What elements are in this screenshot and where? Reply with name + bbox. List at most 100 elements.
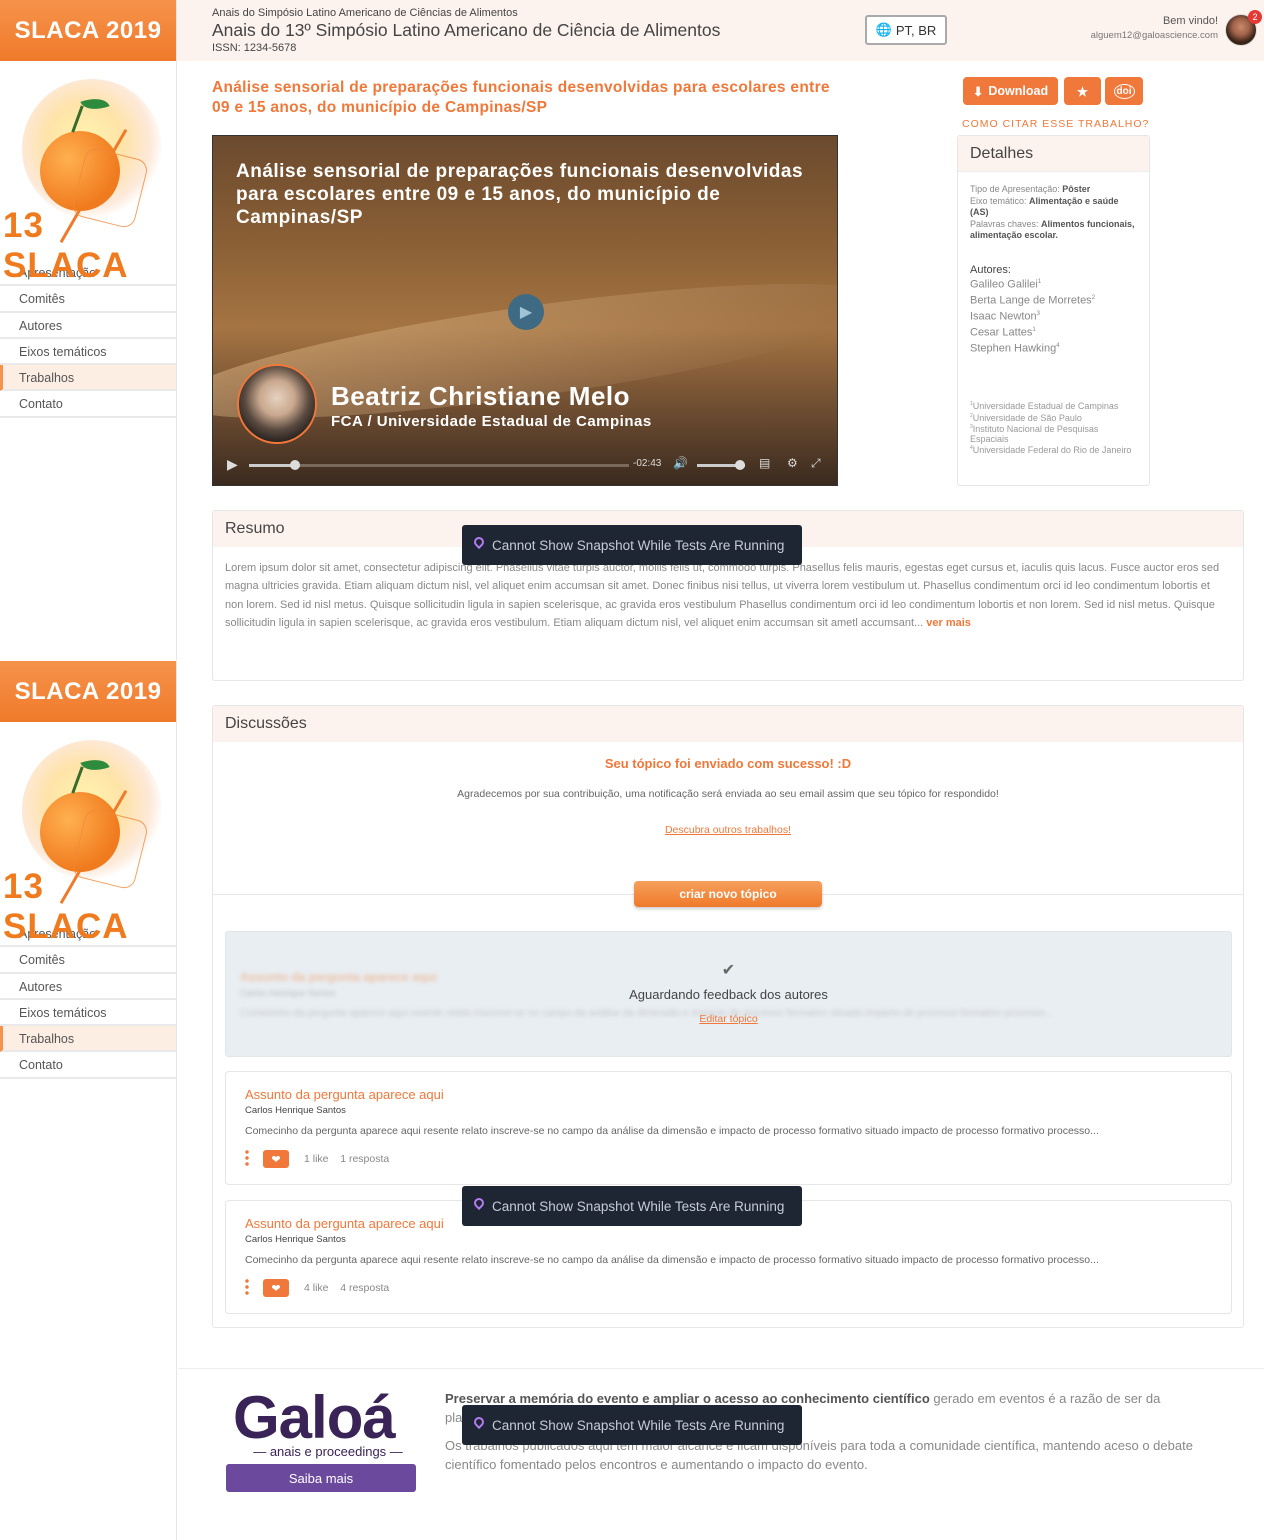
topic-stats: 4 like 4 resposta: [304, 1282, 389, 1294]
event-logo[interactable]: 13 SLACA: [0, 61, 176, 285]
like-button[interactable]: ❤: [263, 1150, 289, 1168]
author-item[interactable]: Stephen Hawking4: [970, 340, 1137, 356]
pending-topic: Assunto da pergunta aparece aqui Carlos …: [225, 931, 1232, 1057]
progress-track[interactable]: [249, 464, 629, 467]
snapshot-tooltip: Cannot Show Snapshot While Tests Are Run…: [462, 1405, 802, 1445]
language-label: PT, BR: [895, 22, 937, 38]
notification-badge[interactable]: 2: [1248, 10, 1262, 24]
issn: ISSN: 1234-5678: [212, 42, 297, 54]
pending-status: Aguardando feedback dos autores: [629, 987, 828, 1002]
authors-title: Autores:: [970, 263, 1011, 276]
tooltip-text: Cannot Show Snapshot While Tests Are Run…: [492, 537, 785, 553]
progress-handle[interactable]: [289, 460, 300, 470]
details-panel: Detalhes Tipo de Apresentação: Pôster Ei…: [957, 135, 1150, 486]
gear-icon[interactable]: ⚙: [787, 456, 798, 470]
double-check-icon: ✔︎: [721, 962, 736, 979]
page-title: Análise sensorial de preparações funcion…: [212, 79, 830, 116]
video-title: Análise sensorial de preparações funcion…: [236, 161, 804, 228]
discussions-header: Discussões: [213, 706, 1243, 742]
topic-author: Carlos Henrique Santos: [245, 1234, 346, 1245]
captions-icon[interactable]: ▤: [759, 456, 770, 470]
topic-subject[interactable]: Assunto da pergunta aparece aqui: [245, 1087, 444, 1102]
volume-handle[interactable]: [735, 460, 746, 470]
read-more-link[interactable]: ver mais: [926, 617, 971, 629]
favorite-button[interactable]: ★: [1064, 77, 1101, 105]
play-button-icon[interactable]: ▶: [227, 456, 238, 473]
palavras-label: Palavras chaves:: [970, 218, 1042, 229]
edit-topic-link[interactable]: Editar tópico: [226, 1013, 1231, 1025]
doi-button[interactable]: doi: [1105, 77, 1143, 105]
new-topic-button[interactable]: criar novo tópico: [634, 881, 822, 907]
heart-icon: ❤: [271, 1153, 281, 1166]
sidebar-item-comites[interactable]: Comitês: [0, 947, 176, 974]
download-label: Download: [988, 84, 1049, 98]
heart-icon: ❤: [271, 1282, 281, 1295]
reply-count[interactable]: 1 resposta: [340, 1153, 389, 1165]
topic-subject[interactable]: Assunto da pergunta aparece aqui: [245, 1216, 444, 1231]
affiliation-item: 4Universidade Federal do Rio de Janeiro: [970, 445, 1132, 456]
topic-item[interactable]: Assunto da pergunta aparece aqui Carlos …: [225, 1071, 1232, 1185]
sidebar-brand[interactable]: SLACA 2019: [0, 661, 176, 722]
welcome-text: Bem vindo!: [1162, 15, 1218, 27]
topic-excerpt: Comecinho da pergunta aparece aqui resen…: [245, 1254, 1099, 1266]
globe-icon: 🌐: [875, 22, 892, 37]
affiliation-item: 2Universidade de São Paulo: [970, 412, 1082, 423]
event-logo-text: 13 SLACA: [3, 867, 129, 946]
volume-icon[interactable]: 🔊: [673, 456, 688, 470]
success-text: Agradecemos por sua contribuição, uma no…: [457, 788, 999, 800]
pin-icon: [471, 1414, 487, 1430]
snapshot-tooltip: Cannot Show Snapshot While Tests Are Run…: [462, 1186, 802, 1226]
learn-more-button[interactable]: Saiba mais: [226, 1464, 416, 1492]
sidebar-item-trabalhos[interactable]: Trabalhos: [0, 1026, 176, 1053]
footer-bold-text: Preservar a memória do evento e ampliar …: [445, 1391, 930, 1406]
download-icon: ⬇: [972, 84, 984, 99]
video-time: -02:43: [633, 458, 662, 469]
tooltip-text: Cannot Show Snapshot While Tests Are Run…: [492, 1198, 785, 1214]
like-button[interactable]: ❤: [263, 1279, 289, 1297]
fullscreen-icon[interactable]: ⤢: [811, 456, 821, 471]
success-title: Seu tópico foi enviado com sucesso! :D: [604, 756, 852, 771]
presenter-affiliation: FCA / Universidade Estadual de Campinas: [331, 413, 652, 430]
sidebar-item-comites[interactable]: Comitês: [0, 286, 176, 313]
details-meta: Tipo de Apresentação: Pôster Eixo temáti…: [958, 172, 1149, 242]
sidebar-item-contato[interactable]: Contato: [0, 1052, 176, 1079]
affiliation-item: 1Universidade Estadual de Campinas: [970, 401, 1119, 412]
tipo-label: Tipo de Apresentação:: [970, 184, 1063, 194]
download-button[interactable]: ⬇ Download: [963, 77, 1058, 105]
pin-icon: [471, 1195, 487, 1211]
like-count: 4 like: [304, 1282, 329, 1294]
details-header: Detalhes: [958, 136, 1149, 172]
author-item[interactable]: Galileo Galilei1: [970, 276, 1137, 292]
language-button[interactable]: 🌐 PT, BR: [865, 15, 947, 45]
sidebar-item-eixos[interactable]: Eixos temáticos: [0, 339, 176, 366]
cite-link[interactable]: COMO CITAR ESSE TRABALHO?: [962, 118, 1149, 130]
author-item[interactable]: Berta Lange de Morretes2: [970, 292, 1137, 308]
star-icon: ★: [1076, 84, 1089, 99]
more-options-icon[interactable]: [245, 1278, 249, 1296]
eixo-label: Eixo temático:: [970, 195, 1030, 206]
galoa-logo[interactable]: Galoá: [233, 1383, 396, 1452]
reply-count[interactable]: 4 resposta: [340, 1282, 389, 1294]
proceedings-title: Anais do 13º Simpósio Latino Americano d…: [212, 20, 721, 40]
sidebar-item-trabalhos[interactable]: Trabalhos: [0, 365, 176, 392]
video-player[interactable]: Análise sensorial de preparações funcion…: [212, 135, 838, 486]
discover-link[interactable]: Descubra outros trabalhos!: [213, 824, 1243, 836]
like-count: 1 like: [304, 1153, 329, 1165]
topic-stats: 1 like 1 resposta: [304, 1153, 389, 1165]
sidebar-item-autores[interactable]: Autores: [0, 313, 176, 339]
author-item[interactable]: Cesar Lattes1: [970, 324, 1137, 340]
sidebar-item-eixos[interactable]: Eixos temáticos: [0, 1000, 176, 1027]
presenter-photo: [237, 364, 317, 444]
author-item[interactable]: Isaac Newton3: [970, 308, 1137, 324]
play-icon[interactable]: ▶: [508, 294, 544, 330]
progress-fill: [249, 464, 295, 467]
sidebar-brand[interactable]: SLACA 2019: [0, 0, 176, 61]
more-options-icon[interactable]: [245, 1149, 249, 1167]
sidebar-repeat: SLACA 2019 13 SLACA Apresentação Comitês…: [0, 661, 177, 1540]
sidebar-item-contato[interactable]: Contato: [0, 391, 176, 418]
event-logo[interactable]: 13 SLACA: [0, 722, 176, 946]
sidebar-item-autores[interactable]: Autores: [0, 974, 176, 1000]
pin-icon: [471, 534, 487, 550]
discussions-card: Discussões Seu tópico foi enviado com su…: [212, 705, 1244, 1328]
user-email: alguem12@galoascience.com: [1090, 30, 1218, 41]
